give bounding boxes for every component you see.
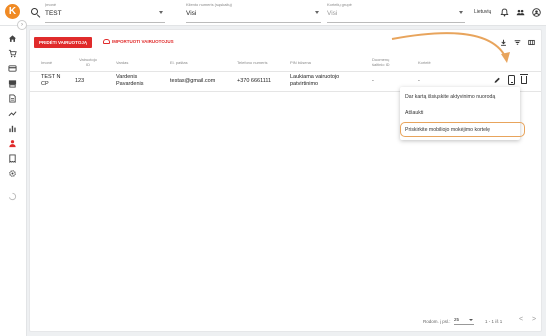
trending-icon[interactable]	[8, 109, 17, 118]
add-driver-button[interactable]: PRIDĖTI VAIRUOTOJĄ	[34, 37, 93, 48]
highlight-outline	[400, 122, 525, 137]
top-bar: K Įmonė TEST Kliento numeris (sąskaitų) …	[0, 0, 546, 26]
delete-icon[interactable]	[520, 74, 528, 84]
drivers-card: PRIDĖTI VAIRUOTOJĄ IMPORTUOTI VAIRUOTOJU…	[29, 29, 542, 332]
account-circle-icon[interactable]	[532, 8, 541, 17]
import-drivers-button[interactable]: IMPORTUOTI VAIRUOTOJUS	[103, 39, 174, 44]
next-page-button[interactable]: >	[532, 316, 536, 323]
cell-name: Vardenis Pavardenis	[116, 74, 144, 87]
settings-icon[interactable]	[8, 169, 17, 178]
loading-icon	[8, 192, 17, 201]
edit-icon[interactable]	[493, 76, 501, 85]
card-icon[interactable]	[8, 64, 17, 73]
chevron-down-icon	[315, 11, 319, 14]
client-number-value: Visi	[186, 10, 197, 17]
cell-email: testas@gmail.com	[170, 78, 216, 84]
rows-per-page-value: 25	[454, 317, 460, 322]
download-icon[interactable]	[500, 39, 507, 46]
menu-item-resend-activation[interactable]: Dar kartą išsiųskite aktyvinimo nuorodą	[405, 94, 495, 100]
import-drivers-label: IMPORTUOTI VAIRUOTOJUS	[112, 39, 174, 44]
driver-icon[interactable]	[8, 139, 17, 148]
card-group-placeholder: Visi	[327, 10, 338, 17]
cell-pin-status: Laukiama vairuotojo patvirtinimo	[290, 74, 340, 87]
cell-source-id: -	[372, 78, 374, 84]
table-header: Imonė Vairuotojo ID Vardas El. paštas Te…	[30, 52, 541, 72]
chevron-down-icon	[469, 319, 473, 321]
cell-driver-id: 123	[75, 78, 85, 84]
chevron-down-icon	[459, 11, 463, 14]
sidebar-collapse-button[interactable]: ›	[17, 20, 27, 30]
sidebar	[0, 26, 27, 336]
cell-card: -	[418, 78, 420, 84]
column-header[interactable]: Imonė	[41, 60, 52, 65]
column-header[interactable]: El. paštas	[170, 60, 188, 65]
cloud-upload-icon	[103, 39, 110, 44]
rows-per-page-label: Rodom. į psl.:	[423, 319, 451, 324]
menu-item-cancel[interactable]: Atšaukti	[405, 110, 423, 116]
cell-phone: +370 6661111	[237, 78, 272, 84]
users-icon[interactable]	[516, 8, 525, 17]
document-icon[interactable]	[8, 94, 17, 103]
client-number-label: Kliento numeris (sąskaitų)	[186, 2, 233, 7]
column-header[interactable]: Vairuotojo ID	[78, 57, 98, 67]
language-selector[interactable]: Lietuvių	[474, 9, 491, 15]
bell-icon[interactable]	[500, 8, 509, 17]
column-header[interactable]: Vardas	[116, 60, 128, 65]
row-actions-menu: Dar kartą išsiųskite aktyvinimo nuorodą …	[400, 87, 525, 140]
cell-company: TEST N CP	[41, 74, 61, 87]
store-select[interactable]: Įmonė TEST	[45, 2, 165, 23]
card-group-label: Kortelių grupė	[327, 2, 352, 7]
store-select-label: Įmonė	[45, 2, 57, 7]
bar-chart-icon[interactable]	[8, 124, 17, 133]
client-number-select[interactable]: Kliento numeris (sąskaitų) Visi	[186, 2, 321, 23]
prev-page-button[interactable]: <	[519, 316, 523, 323]
column-header[interactable]: PIN būsena	[290, 60, 311, 65]
search-icon[interactable]	[31, 8, 38, 15]
rows-per-page-select[interactable]: 25	[454, 317, 474, 325]
pagination-range: 1 - 1 iš 1	[485, 319, 503, 324]
app-logo[interactable]: K	[5, 4, 20, 19]
receipt-icon[interactable]	[8, 154, 17, 163]
card-group-select[interactable]: Kortelių grupė Visi	[327, 2, 465, 23]
columns-icon[interactable]	[528, 39, 535, 46]
store-select-value: TEST	[45, 10, 62, 17]
cart-icon[interactable]	[8, 49, 17, 58]
mobile-phone-icon[interactable]	[508, 75, 515, 85]
pos-icon[interactable]	[8, 79, 17, 88]
column-header[interactable]: Kortelė	[418, 60, 431, 65]
column-header[interactable]: Telefono numeris	[237, 60, 267, 65]
home-icon[interactable]	[8, 34, 17, 43]
app-root: K Įmonė TEST Kliento numeris (sąskaitų) …	[0, 0, 546, 336]
column-header[interactable]: Duomenų šaltinio ID	[372, 57, 402, 67]
chevron-down-icon	[159, 11, 163, 14]
filter-icon[interactable]	[514, 39, 521, 46]
